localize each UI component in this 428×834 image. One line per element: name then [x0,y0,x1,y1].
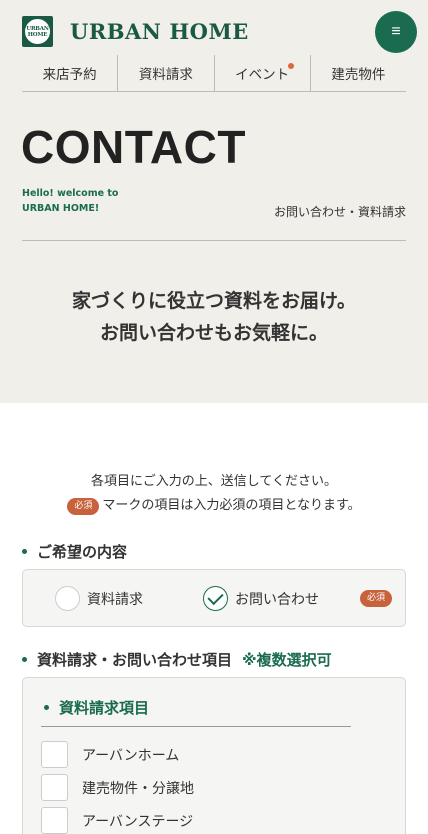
nav-item-visit-reservation[interactable]: 来店予約 [22,55,117,91]
section-heading-items: 資料請求・お問い合わせ項目 ※複数選択可 [22,649,332,670]
new-dot-icon [287,63,294,69]
radio-label: 資料請求 [87,591,143,608]
bullet-icon [44,705,49,710]
radio-document-request[interactable]: 資料請求 [55,586,143,611]
bullet-icon [22,657,27,662]
checkbox-label: アーバンホーム [82,747,180,764]
nav-item-label: 来店予約 [42,67,97,83]
catch-copy: 家づくりに役立つ資料をお届け。 お問い合わせもお気軽に。 [0,285,428,349]
intro-line-2-row: 必須 マークの項目は入力必須の項目となります。 [0,494,428,518]
nav-item-label: イベント [235,67,290,83]
request-type-radio-group: 資料請求 お問い合わせ 必須 [22,569,406,627]
nav-item-label: 建売物件 [331,67,386,83]
hero-divider [22,240,406,241]
radio-inquiry[interactable]: お問い合わせ [203,586,319,611]
welcome-line-1: Hello! welcome to [22,188,119,199]
checkbox-icon[interactable] [41,807,68,834]
intro-line-1: 各項目にご入力の上、送信してください。 [91,474,337,489]
checkbox-label: 建売物件・分譲地 [82,780,194,797]
checkbox-icon[interactable] [41,774,68,801]
welcome-line-2: URBAN HOME! [22,203,100,214]
group-divider [41,726,351,727]
group-title-text: 資料請求項目 [59,699,150,717]
section-title: 資料請求・お問い合わせ項目 [37,651,233,669]
radio-label: お問い合わせ [235,591,319,608]
checkbox-label: アーバンステージ [82,813,194,830]
page-title: CONTACT [21,121,246,173]
page-subtitle: お問い合わせ・資料請求 [273,205,406,219]
required-badge: 必須 [360,590,393,607]
intro-line-2: マークの項目は入力必須の項目となります。 [102,498,361,513]
hamburger-menu-button[interactable]: ≡ [375,11,417,53]
section-heading-request-type: ご希望の内容 [22,541,127,562]
logo-mark-line-2: HOME [27,31,48,38]
logo-text[interactable]: URBAN HOME [70,19,249,44]
multi-select-note: ※複数選択可 [242,651,332,669]
welcome-text: Hello! welcome to URBAN HOME! [22,186,118,216]
top-nav: 来店予約 資料請求 イベント 建売物件 [22,55,406,92]
checkbox-urban-home[interactable]: アーバンホーム [41,741,179,768]
required-badge: 必須 [67,498,100,515]
radio-checked-icon[interactable] [203,586,228,611]
bullet-icon [22,549,27,554]
nav-item-document-request[interactable]: 資料請求 [117,55,213,91]
checkbox-urban-stage[interactable]: アーバンステージ [41,807,193,834]
group-title: 資料請求項目 [44,697,149,718]
catch-line-2: お問い合わせもお気軽に。 [99,322,328,344]
hero-section: URBAN HOME URBAN HOME ≡ 来店予約 資料請求 イベント 建… [0,0,428,403]
form-intro: 各項目にご入力の上、送信してください。 必須 マークの項目は入力必須の項目となりま… [0,470,428,518]
radio-circle-icon[interactable] [55,586,80,611]
section-title: ご希望の内容 [37,543,128,561]
catch-line-1: 家づくりに役立つ資料をお届け。 [71,290,357,312]
nav-item-label: 資料請求 [138,67,193,83]
document-request-items-group: 資料請求項目 アーバンホーム 建売物件・分譲地 アーバンステージ [22,677,406,834]
nav-item-built-properties[interactable]: 建売物件 [309,55,406,91]
nav-item-event[interactable]: イベント [213,55,310,91]
checkbox-icon[interactable] [41,741,68,768]
hamburger-icon: ≡ [391,23,401,40]
logo-mark-ring: URBAN HOME [25,19,50,44]
checkbox-built-properties-lots[interactable]: 建売物件・分譲地 [41,774,194,801]
logo-mark[interactable]: URBAN HOME [22,16,53,47]
